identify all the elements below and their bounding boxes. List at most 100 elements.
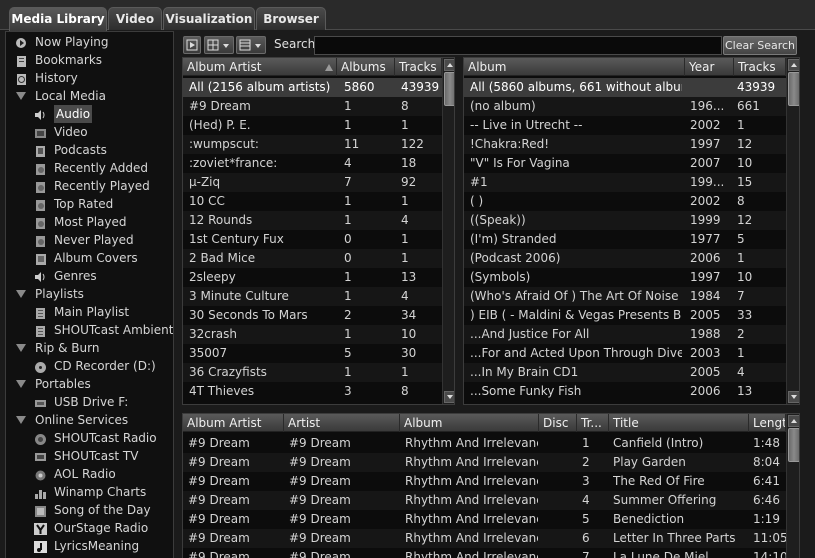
table-row[interactable]: 3 Minute Culture 1 4 [183, 287, 442, 306]
column-header-album[interactable]: Album [464, 58, 685, 76]
sidebar-item-top-rated[interactable]: Top Rated [6, 195, 173, 213]
table-row[interactable]: ) EIB ( - Maldini & Vegas Presents Ba...… [464, 306, 786, 325]
table-row[interactable]: #9 Dream #9 Dream Rhythm And Irrelevance 1 C… [183, 434, 786, 453]
sidebar-item-aol-radio[interactable]: AOL Radio [6, 465, 173, 483]
sidebar-item-most-played[interactable]: Most Played [6, 213, 173, 231]
scroll-thumb[interactable] [444, 72, 454, 106]
table-row[interactable]: #9 Dream #9 Dream Rhythm And Irrelevance 4 S… [183, 491, 786, 510]
column-header-disc[interactable]: Disc [539, 414, 577, 432]
table-row[interactable]: ( ) 2002 8 [464, 192, 786, 211]
track-list-scrollbar[interactable] [786, 414, 799, 558]
scroll-up-button[interactable] [788, 59, 799, 71]
table-row[interactable]: :zoviet*france: 4 18 [183, 154, 442, 173]
table-row[interactable]: "V" Is For Vagina 2007 10 [464, 154, 786, 173]
sidebar-item-online-services[interactable]: Online Services [6, 411, 173, 429]
tab-visualization[interactable]: Visualization [163, 7, 255, 30]
artist-list-scrollbar[interactable] [442, 58, 454, 404]
tab-video[interactable]: Video [108, 7, 162, 30]
table-row[interactable]: 36 Crazyfists 1 1 [183, 363, 442, 382]
scroll-thumb[interactable] [788, 72, 799, 106]
table-row[interactable]: #9 Dream #9 Dream Rhythm And Irrelevance 7 L… [183, 548, 786, 558]
column-header-title[interactable]: Title [609, 414, 749, 432]
tab-browser[interactable]: Browser [256, 7, 326, 30]
column-header-albums[interactable]: Albums [337, 58, 395, 76]
album-list[interactable]: Album Year Tracks All (5860 albums, 661 … [463, 57, 800, 405]
view-mode-button[interactable] [204, 36, 234, 54]
scroll-thumb[interactable] [788, 428, 799, 462]
sidebar-item-genres[interactable]: Genres [6, 267, 173, 285]
column-header-album[interactable]: Album [400, 414, 539, 432]
sidebar-item-rip-burn[interactable]: Rip & Burn [6, 339, 173, 357]
column-header-track-number[interactable]: Tr... [577, 414, 609, 432]
column-header-artist[interactable]: Artist [284, 414, 400, 432]
sidebar-item-song-of-the-day[interactable]: Song of the Day [6, 501, 173, 519]
table-row[interactable]: #9 Dream #9 Dream Rhythm And Irrelevance 5 B… [183, 510, 786, 529]
track-list[interactable]: Album Artist Artist Album Disc Tr... Tit… [182, 413, 800, 558]
table-row[interactable]: All (2156 album artists) 5860 43939 [183, 78, 442, 97]
table-row[interactable]: (Who's Afraid Of ) The Art Of Noise 1984 7 [464, 287, 786, 306]
sidebar-item-winamp-charts[interactable]: Winamp Charts [6, 483, 173, 501]
table-row[interactable]: :wumpscut: 11 122 [183, 135, 442, 154]
album-list-scrollbar[interactable] [786, 58, 799, 404]
table-row[interactable]: #9 Dream 1 8 [183, 97, 442, 116]
table-row[interactable]: ...In My Brain CD1 2005 4 [464, 363, 786, 382]
table-row[interactable]: #9 Dream #9 Dream Rhythm And Irrelevance 6 L… [183, 529, 786, 548]
table-row[interactable]: (Hed) P. E. 1 1 [183, 116, 442, 135]
expand-arrow-icon[interactable] [16, 380, 26, 388]
column-header-album-artist[interactable]: Album Artist [183, 414, 284, 432]
table-row[interactable]: #9 Dream #9 Dream Rhythm And Irrelevance 2 P… [183, 453, 786, 472]
column-header-tracks[interactable]: Tracks [395, 58, 442, 76]
sidebar-item-ourstage-radio[interactable]: OurStage Radio [6, 519, 173, 537]
sidebar-item-portables[interactable]: Portables [6, 375, 173, 393]
sidebar-item-local-media[interactable]: Local Media [6, 87, 173, 105]
table-row[interactable]: (Podcast 2006) 2006 1 [464, 249, 786, 268]
sidebar-item-lyricsmeaning[interactable]: LyricsMeaning [6, 537, 173, 555]
expand-arrow-icon[interactable] [16, 344, 26, 352]
table-row[interactable]: 4T Thieves 3 8 [183, 382, 442, 401]
expand-arrow-icon[interactable] [16, 92, 26, 100]
sidebar-item-bookmarks[interactable]: Bookmarks [6, 51, 173, 69]
sidebar-item-recently-played[interactable]: Recently Played [6, 177, 173, 195]
sidebar-item-playlists[interactable]: Playlists [6, 285, 173, 303]
table-row[interactable]: -- Live in Utrecht -- 2002 1 [464, 116, 786, 135]
sidebar-item-video[interactable]: Video [6, 123, 173, 141]
album-artist-list[interactable]: Album Artist Albums Tracks All (2156 alb… [182, 57, 455, 405]
table-row[interactable]: (I'm) Stranded 1977 5 [464, 230, 786, 249]
table-row[interactable]: ...Some Funky Fish 2006 13 [464, 382, 786, 401]
library-tree[interactable]: Now Playing Bookmarks History Local Media Au… [5, 31, 174, 558]
scroll-up-button[interactable] [444, 59, 454, 71]
table-row[interactable]: 32crash 1 10 [183, 325, 442, 344]
sidebar-item-never-played[interactable]: Never Played [6, 231, 173, 249]
table-row[interactable]: ...And Justice For All 1988 2 [464, 325, 786, 344]
table-row[interactable]: #1 199... 15 [464, 173, 786, 192]
tab-media-library[interactable]: Media Library [9, 7, 107, 31]
sidebar-item-shoutcast-ambient[interactable]: SHOUTcast Ambient [6, 321, 173, 339]
sidebar-item-now-playing[interactable]: Now Playing [6, 33, 173, 51]
column-header-tracks[interactable]: Tracks [734, 58, 786, 76]
sidebar-item-audio[interactable]: Audio [6, 105, 173, 123]
scroll-down-button[interactable] [788, 391, 799, 403]
table-row[interactable]: 12 Rounds 1 4 [183, 211, 442, 230]
table-row[interactable]: (Symbols) 1997 10 [464, 268, 786, 287]
table-row[interactable]: 2sleepy 1 13 [183, 268, 442, 287]
play-button[interactable] [183, 36, 201, 54]
column-header-length[interactable]: Length [749, 414, 786, 432]
sidebar-item-usb-drive-f[interactable]: USB Drive F: [6, 393, 173, 411]
table-row[interactable]: 10 CC 1 1 [183, 192, 442, 211]
scroll-up-button[interactable] [788, 415, 799, 427]
search-input[interactable] [314, 36, 722, 55]
scroll-down-button[interactable] [444, 391, 454, 403]
table-row[interactable]: ...For and Acted Upon Through Divers... 2… [464, 344, 786, 363]
sidebar-item-main-playlist[interactable]: Main Playlist [6, 303, 173, 321]
sidebar-item-recently-added[interactable]: Recently Added [6, 159, 173, 177]
table-row[interactable]: 2 Bad Mice 0 1 [183, 249, 442, 268]
table-row[interactable]: #9 Dream #9 Dream Rhythm And Irrelevance 3 T… [183, 472, 786, 491]
table-row[interactable]: (no album) 196... 661 [464, 97, 786, 116]
expand-arrow-icon[interactable] [16, 290, 26, 298]
expand-arrow-icon[interactable] [16, 416, 26, 424]
table-row[interactable]: ((Speak)) 1999 12 [464, 211, 786, 230]
clear-search-button[interactable]: Clear Search [723, 36, 797, 55]
table-row[interactable]: !Chakra:Red! 1997 12 [464, 135, 786, 154]
table-row[interactable]: 35007 5 30 [183, 344, 442, 363]
sidebar-item-shoutcast-tv[interactable]: SHOUTcast TV [6, 447, 173, 465]
